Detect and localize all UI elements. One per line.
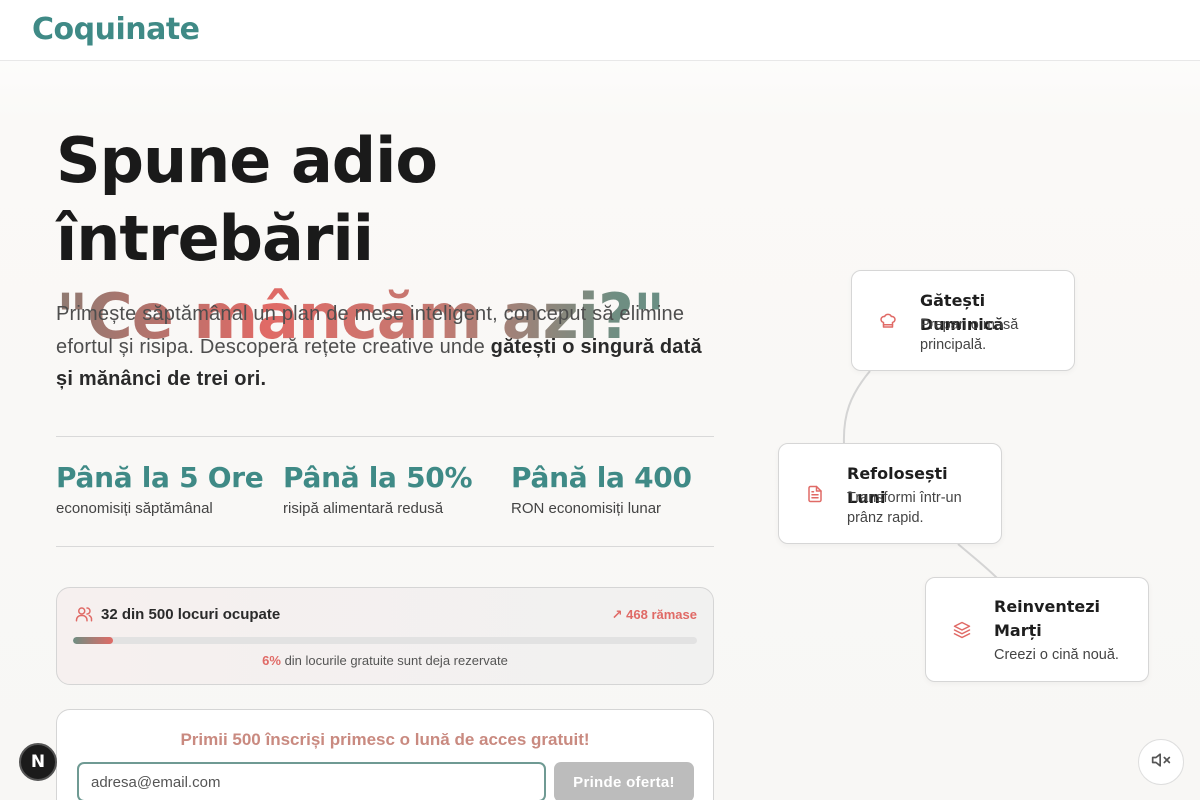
stat-value: Până la 5 Ore [56, 461, 264, 494]
users-icon [75, 605, 93, 623]
top-navbar: Coquinate [0, 0, 1200, 61]
trend-up-icon: ↗ [611, 607, 623, 622]
progress-bar [73, 637, 697, 644]
step-title: Reinventezi Marți [994, 597, 1101, 640]
stat-value: Până la 400 [511, 461, 692, 494]
step-card-sunday: Gătești Duminică Prepari o masă principa… [851, 270, 1075, 371]
brand-logo[interactable]: Coquinate [32, 12, 200, 47]
spots-progress-card: 32 din 500 locuri ocupate ↗ 468 rămase 6… [56, 587, 714, 685]
stat-label: economisiți săptămânal [56, 500, 213, 517]
step-card-monday: Refolosești Luni Transformi într-un prân… [778, 443, 1002, 544]
progress-note: 6% din locurile gratuite sunt deja rezer… [57, 653, 713, 668]
progress-bar-fill [73, 637, 113, 644]
step-description: Transformi într-un prânz rapid. [847, 490, 962, 526]
hero-title-line1: Spune adio întrebării [56, 124, 438, 275]
email-input[interactable] [77, 762, 546, 800]
layers-icon [953, 621, 971, 639]
step-card-tuesday: Reinventezi Marți Creezi o cină nouă. [925, 577, 1149, 682]
claim-offer-button[interactable]: Prinde oferta! [554, 762, 694, 800]
stat-time: Până la 5 Ore economisiți săptămânal [56, 461, 264, 517]
signup-card: Primii 500 înscriși primesc o lună de ac… [56, 709, 714, 800]
stat-money: Până la 400 RON economisiți lunar [511, 461, 692, 517]
spots-remaining: ↗ 468 rămase [612, 607, 697, 623]
signup-title: Primii 500 înscriși primesc o lună de ac… [180, 730, 590, 749]
spots-taken-label: 32 din 500 locuri ocupate [101, 606, 281, 623]
progress-percent: 6% [262, 653, 281, 668]
speaker-muted-icon [1151, 750, 1171, 775]
stats-row: Până la 5 Ore economisiți săptămânal Pân… [56, 436, 714, 547]
document-icon [806, 485, 824, 503]
mute-toggle-button[interactable] [1138, 739, 1184, 785]
chef-hat-icon [879, 312, 897, 330]
stat-label: RON economisiți lunar [511, 500, 662, 517]
progress-note-text: din locurile gratuite sunt deja rezervat… [284, 653, 508, 668]
step-description: Prepari o masă principală. [920, 317, 1019, 353]
step-description: Creezi o cină nouă. [994, 647, 1119, 663]
floating-n-badge[interactable]: N [19, 743, 57, 781]
stat-waste: Până la 50% risipă alimentară redusă [283, 461, 473, 517]
stat-label: risipă alimentară redusă [283, 500, 444, 517]
hero-lead: Primește săptămânal un plan de mese inte… [56, 298, 706, 396]
spots-remaining-text: 468 rămase [626, 607, 697, 622]
stat-value: Până la 50% [283, 461, 473, 494]
